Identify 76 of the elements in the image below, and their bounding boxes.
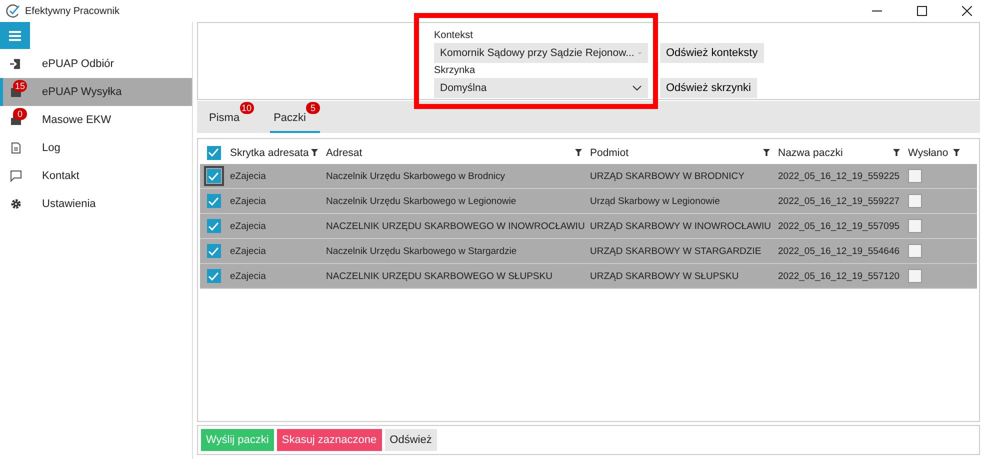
field-label: Kontekst [434, 30, 474, 41]
column-header[interactable]: Wysłano [908, 146, 948, 158]
row-checkbox[interactable] [206, 194, 220, 208]
count-badge: 15 [13, 80, 27, 92]
field-label: Skrzynka [434, 65, 476, 76]
row-checkbox[interactable] [206, 244, 220, 258]
sent-checkbox[interactable] [908, 169, 922, 183]
table-cell: URZĄD SKARBOWY W INOWROCŁAWIU [590, 220, 772, 232]
table-cell: eZajecia [230, 270, 266, 282]
settings-icon [10, 198, 22, 210]
sidebar-item[interactable]: 0 Masowe EKW [0, 106, 192, 134]
column-header[interactable]: Adresat [326, 146, 362, 158]
sidebar-item[interactable]: ePUAP Odbiór [0, 50, 192, 78]
table-cell: eZajecia [230, 196, 266, 206]
table-cell: NACZELNIK URZĘDU SKARBOWEGO W SŁUPSKU [326, 270, 552, 282]
table-row[interactable]: eZajecia Naczelnik Urzędu Skarbowego w Legionowie Urząd Skarbowy w Legionowie 2022_05_16_12_19_559227 [200, 189, 977, 214]
table-row[interactable]: eZajecia NACZELNIK URZĘDU SKARBOWEGO W SŁUPSKU URZĄD SKARBOWY W SŁUPSKU 2022_05_16_12_19_557120 [200, 264, 977, 289]
count-badge: 5 [306, 102, 320, 114]
table-cell: URZĄD SKARBOWY W BRODNICY [590, 170, 744, 182]
table-cell: 2022_05_16_12_19_554646 [778, 246, 900, 256]
import-icon [10, 58, 22, 70]
table-cell: 2022_05_16_12_19_559227 [778, 196, 900, 206]
menu-button[interactable] [0, 22, 30, 49]
column-header[interactable]: Podmiot [590, 146, 629, 158]
table-cell: NACZELNIK URZĘDU SKARBOWEGO W INOWROCŁAWIU [326, 220, 585, 232]
sent-checkbox[interactable] [908, 194, 922, 208]
table-cell: URZĄD SKARBOWY W STARGARDZIE [590, 246, 762, 256]
mailbox-dropdown[interactable]: Domyślna [434, 78, 648, 98]
window-title: Efektywny Pracownik [25, 6, 120, 16]
sent-checkbox[interactable] [908, 219, 922, 233]
close-icon[interactable] [962, 6, 972, 16]
chat-icon [10, 170, 22, 182]
row-checkbox[interactable] [206, 269, 220, 283]
chevron-icon [632, 85, 642, 91]
context-dropdown[interactable]: Komornik Sądowy przy Sądzie Rejonow... [434, 43, 648, 63]
refresh-contexts-button[interactable]: Odśwież konteksty [660, 43, 764, 63]
filter-icon[interactable] [953, 149, 960, 156]
table-row[interactable]: eZajecia Naczelnik Urzędu Skarbowego w Brodnicy URZĄD SKARBOWY W BRODNICY 2022_05_16_12_19_559225 [200, 164, 977, 189]
maximize-icon[interactable] [917, 6, 927, 16]
sent-checkbox[interactable] [908, 244, 922, 258]
table-cell: Urząd Skarbowy w Legionowie [590, 196, 720, 206]
tab[interactable]: Paczki 5 [270, 102, 320, 133]
table-cell: Naczelnik Urzędu Skarbowego w Stargardzie [326, 246, 517, 256]
row-checkbox[interactable] [206, 219, 220, 233]
refresh-mailboxes-button[interactable]: Odśwież skrzynki [660, 78, 757, 98]
table-cell: 2022_05_16_12_19_557095 [778, 220, 900, 232]
table-cell: eZajecia [230, 246, 266, 256]
select-all-checkbox[interactable] [206, 146, 220, 160]
filter-icon[interactable] [311, 149, 318, 156]
table-cell: Naczelnik Urzędu Skarbowego w Legionowie [326, 196, 516, 206]
file-icon [10, 142, 22, 154]
table-row[interactable]: eZajecia NACZELNIK URZĘDU SKARBOWEGO W INOWROCŁAWIU URZĄD SKARBOWY W INOWROCŁAWIU 2022_05_16_12_19_557095 [200, 214, 977, 239]
count-badge: 0 [13, 108, 27, 120]
table-row[interactable]: eZajecia Naczelnik Urzędu Skarbowego w Stargardzie URZĄD SKARBOWY W STARGARDZIE 2022_05_16_12_19_554646 [200, 239, 977, 264]
column-header[interactable]: Nazwa paczki [778, 146, 843, 158]
table-cell: URZĄD SKARBOWY W SŁUPSKU [590, 270, 739, 282]
action-button[interactable]: Odśwież [384, 429, 437, 451]
sent-checkbox[interactable] [908, 269, 922, 283]
count-badge: 10 [240, 102, 254, 114]
table-cell: 2022_05_16_12_19_557120 [778, 270, 900, 282]
filter-icon[interactable] [763, 149, 770, 156]
action-button[interactable]: Skasuj zaznaczone [276, 429, 382, 451]
table-cell: eZajecia [230, 220, 266, 232]
menu-icon [9, 30, 21, 40]
sidebar-item[interactable]: Ustawienia [0, 190, 192, 218]
app-logo-icon [6, 4, 20, 18]
filter-icon[interactable] [575, 149, 582, 156]
filter-icon[interactable] [893, 149, 900, 156]
table-cell: 2022_05_16_12_19_559225 [778, 170, 900, 182]
table-cell: Naczelnik Urzędu Skarbowego w Brodnicy [326, 170, 505, 182]
column-header[interactable]: Skrytka adresata [230, 146, 309, 158]
sidebar-item[interactable]: Log [0, 134, 192, 162]
sidebar-item[interactable]: Kontakt [0, 162, 192, 190]
sidebar-item[interactable]: 15 ePUAP Wysyłka [0, 78, 192, 106]
table-cell: eZajecia [230, 170, 266, 182]
tab[interactable]: Pisma 10 [205, 102, 254, 133]
